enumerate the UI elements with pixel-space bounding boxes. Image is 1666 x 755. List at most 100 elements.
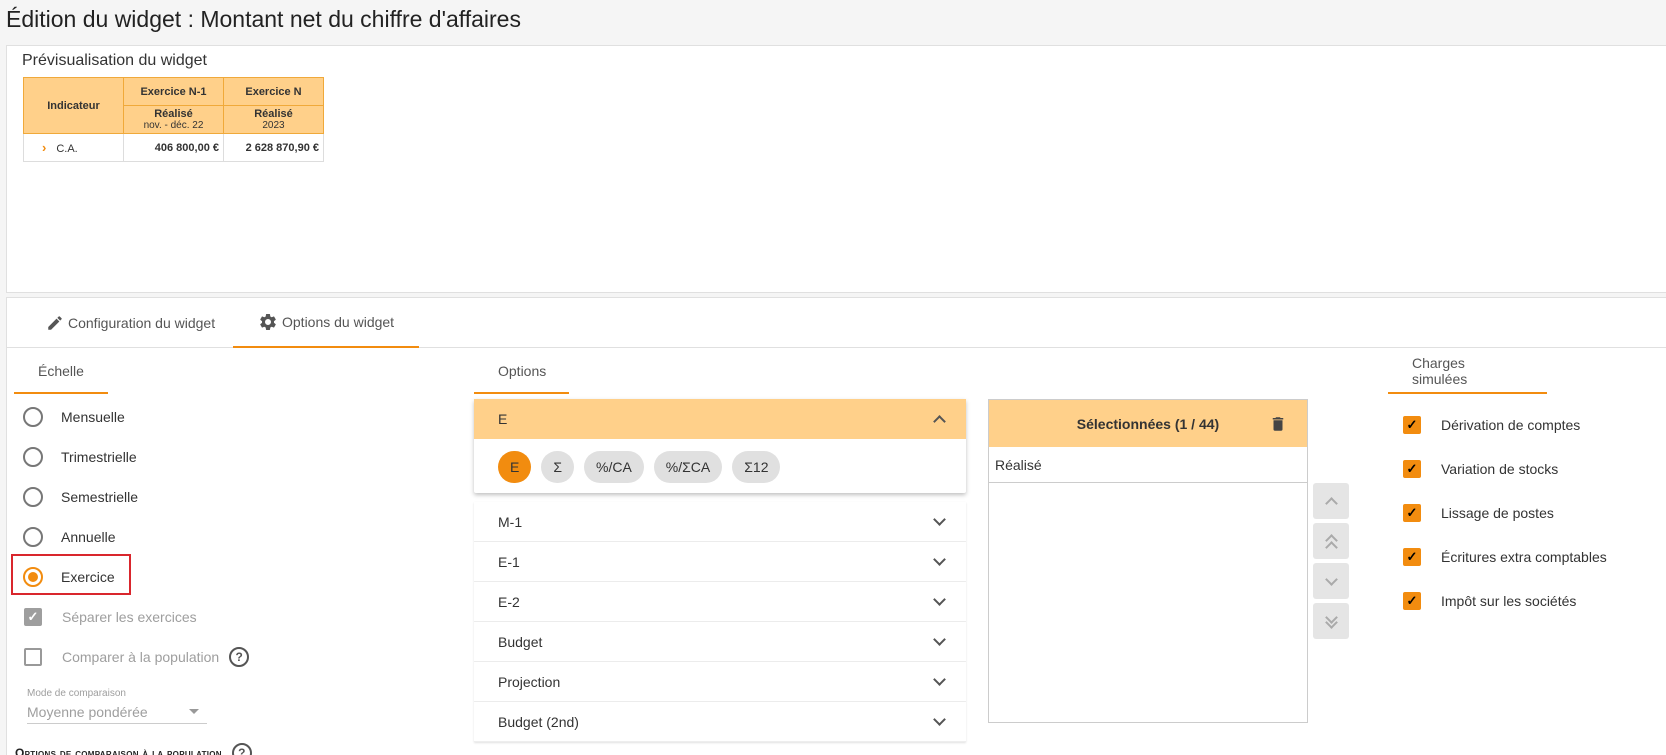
checkbox-ecritures-extra[interactable]: ✓ Écritures extra comptables (1403, 542, 1607, 572)
chip-e[interactable]: E (498, 451, 532, 483)
accordion-label: E (498, 411, 508, 427)
move-up-button[interactable] (1313, 483, 1349, 519)
tab-bar: Configuration du widget Options du widge… (7, 298, 1666, 348)
preview-table: Indicateur Exercice N-1 Exercice N Réali… (23, 77, 324, 162)
radio-annuelle[interactable]: Annuelle (23, 522, 116, 552)
chip-group: E Σ %/CA %/ΣCA Σ12 (474, 439, 966, 495)
move-down-button[interactable] (1313, 563, 1349, 599)
checkbox-checked[interactable]: ✓ (1403, 416, 1421, 434)
accordion-e-expanded: E E Σ %/CA %/ΣCA Σ12 (474, 399, 966, 493)
checkbox-separer-exercices[interactable]: ✓ Séparer les exercices (24, 602, 197, 632)
tab-configuration[interactable]: Configuration du widget (21, 298, 240, 348)
sub-n-period: 2023 (262, 120, 285, 131)
accordion-item-budget[interactable]: Budget (474, 622, 966, 662)
checkbox-lissage-postes[interactable]: ✓ Lissage de postes (1403, 498, 1554, 528)
row-indicateur[interactable]: › C.A. (23, 133, 124, 162)
chevron-up-icon (1324, 496, 1338, 510)
section-options[interactable]: Options (474, 350, 569, 394)
col-exercice-n1: Exercice N-1 (123, 77, 224, 106)
mode-comparaison-select[interactable]: Moyenne pondérée (27, 700, 207, 724)
col-indicateur: Indicateur (23, 77, 124, 134)
sub-n: Réalisé 2023 (223, 105, 324, 134)
checkbox-checked[interactable]: ✓ (1403, 504, 1421, 522)
double-chevron-up-icon-part (1324, 541, 1338, 554)
radio-button[interactable] (23, 487, 43, 507)
move-top-button[interactable] (1313, 523, 1349, 559)
accordion-item-m1[interactable]: M-1 (474, 502, 966, 542)
section-charges-simulees[interactable]: Charges simulées (1388, 350, 1547, 394)
row-value-n: 2 628 870,90 € (223, 133, 324, 162)
caret-down-icon (189, 709, 199, 714)
chevron-down-icon[interactable] (933, 593, 946, 606)
radio-label: Mensuelle (61, 409, 125, 425)
accordion-item-budget-2nd[interactable]: Budget (2nd) (474, 702, 966, 742)
col-exercice-n: Exercice N (223, 77, 324, 106)
checkbox-label: Séparer les exercices (62, 609, 197, 625)
move-bottom-button[interactable] (1313, 603, 1349, 639)
highlight-box (11, 554, 131, 595)
checkbox-label: Lissage de postes (1441, 505, 1554, 521)
checkbox-variation-stocks[interactable]: ✓ Variation de stocks (1403, 454, 1558, 484)
chip-sigma[interactable]: Σ (541, 451, 574, 483)
options-comparaison-title: Options de comparaison à la population? (15, 743, 252, 755)
options-comparaison-title-text: Options de comparaison à la population (15, 746, 222, 755)
checkbox-unchecked[interactable] (24, 648, 42, 666)
accordion-header-e[interactable]: E (474, 399, 966, 439)
trash-icon[interactable] (1269, 414, 1287, 434)
accordion-item-e1[interactable]: E-1 (474, 542, 966, 582)
tab-configuration-label: Configuration du widget (68, 315, 216, 331)
checkbox-checked-disabled[interactable]: ✓ (24, 608, 42, 626)
accordion-item-e2[interactable]: E-2 (474, 582, 966, 622)
radio-semestrielle[interactable]: Semestrielle (23, 482, 138, 512)
checkbox-checked[interactable]: ✓ (1403, 460, 1421, 478)
list-item[interactable]: Réalisé (989, 447, 1307, 483)
row-label: C.A. (56, 143, 78, 155)
chip-pct-sigma-ca[interactable]: %/ΣCA (653, 451, 723, 483)
widget-edit-panel: Configuration du widget Options du widge… (6, 297, 1666, 755)
help-icon[interactable]: ? (229, 647, 250, 667)
chip-sigma12[interactable]: Σ12 (732, 451, 781, 483)
sub-n-label: Réalisé (254, 108, 293, 120)
radio-trimestrielle[interactable]: Trimestrielle (23, 442, 137, 472)
checkbox-checked[interactable]: ✓ (1403, 548, 1421, 566)
checkbox-label: Comparer à la population (62, 649, 220, 665)
radio-button[interactable] (23, 407, 43, 427)
tab-options[interactable]: Options du widget (233, 298, 420, 348)
gear-icon (260, 313, 276, 330)
chevron-down-icon[interactable] (933, 633, 946, 646)
radio-mensuelle[interactable]: Mensuelle (23, 402, 125, 432)
radio-button[interactable] (23, 527, 43, 547)
accordion-label: Budget (498, 633, 543, 650)
page-title: Édition du widget : Montant net du chiff… (6, 6, 521, 32)
checkbox-label: Écritures extra comptables (1441, 549, 1607, 565)
selected-panel-title: Sélectionnées (1 / 44) (1076, 415, 1220, 432)
help-icon[interactable]: ? (231, 743, 252, 755)
checkbox-label: Variation de stocks (1441, 461, 1559, 477)
app-window: Édition du widget : Montant net du chiff… (0, 0, 1666, 755)
chip-pct-ca[interactable]: %/CA (584, 451, 644, 483)
checkbox-label: Dérivation de comptes (1441, 417, 1581, 433)
checkbox-checked[interactable]: ✓ (1403, 592, 1421, 610)
accordion-label: Budget (2nd) (498, 713, 579, 730)
checkbox-comparer-population[interactable]: Comparer à la population? (24, 642, 250, 672)
chevron-down-icon[interactable] (933, 553, 946, 566)
accordion-item-projection[interactable]: Projection (474, 662, 966, 702)
section-echelle[interactable]: Échelle (14, 350, 108, 394)
radio-label: Annuelle (61, 529, 116, 545)
radio-label: Semestrielle (61, 489, 139, 505)
pencil-icon (48, 316, 62, 330)
accordion-label: E-2 (498, 593, 520, 610)
accordion-label: E-1 (498, 553, 520, 570)
radio-button[interactable] (23, 447, 43, 467)
chevron-right-icon[interactable]: › (42, 140, 46, 155)
chevron-down-icon[interactable] (933, 513, 946, 526)
tab-options-label: Options du widget (282, 314, 395, 330)
mode-comparaison-value: Moyenne pondérée (27, 703, 148, 720)
checkbox-derivation-comptes[interactable]: ✓ Dérivation de comptes (1403, 410, 1580, 440)
chevron-down-icon[interactable] (933, 713, 946, 726)
checkbox-label: Impôt sur les sociétés (1441, 593, 1577, 609)
chevron-up-icon[interactable] (933, 414, 946, 428)
chevron-down-icon[interactable] (933, 673, 946, 686)
table-row: › C.A. 406 800,00 € 2 628 870,90 € (23, 133, 324, 162)
checkbox-impot-societes[interactable]: ✓ Impôt sur les sociétés (1403, 586, 1576, 616)
